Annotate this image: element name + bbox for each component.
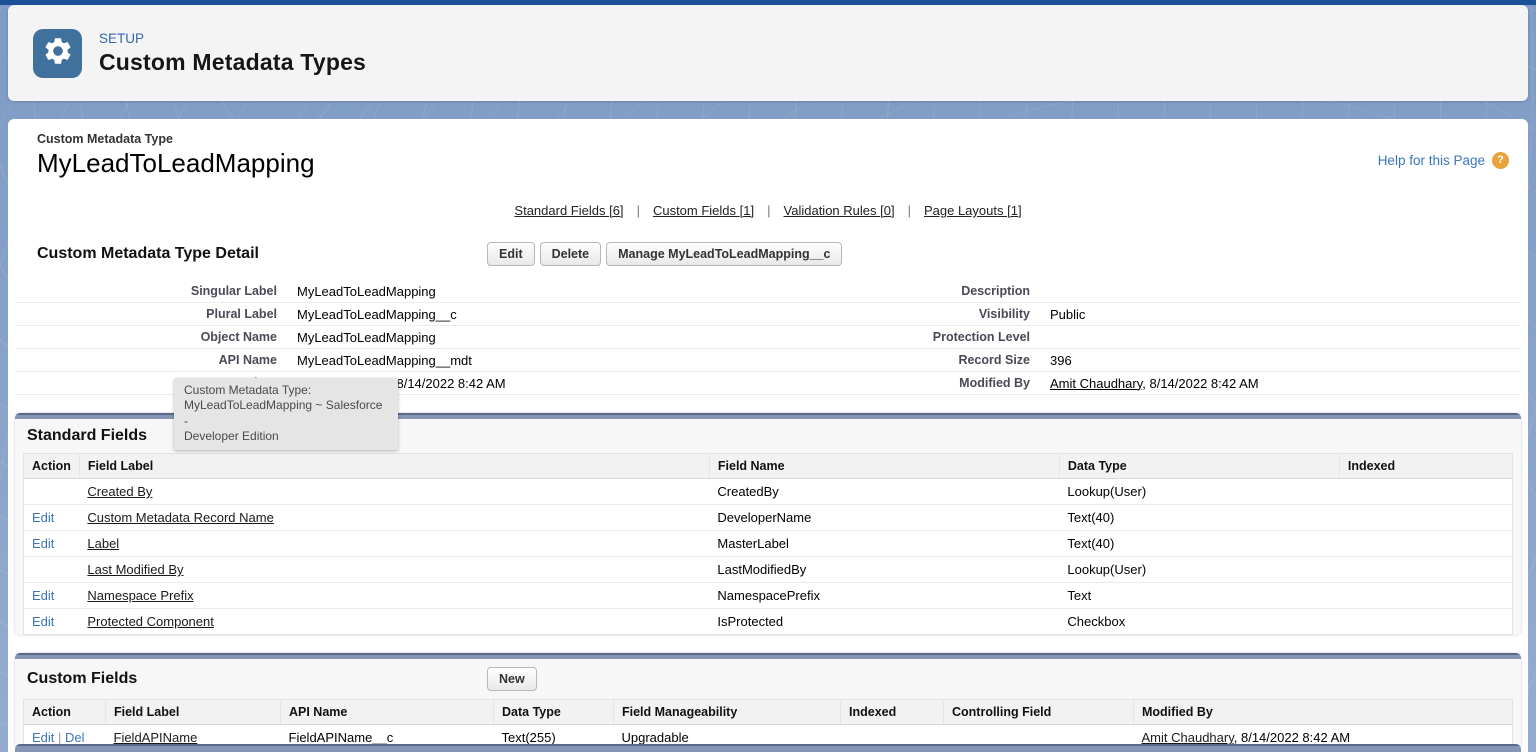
- page-title: MyLeadToLeadMapping: [37, 148, 315, 179]
- detail-row-api-name: API Name MyLeadToLeadMapping__mdt: [15, 349, 768, 372]
- help-question-icon[interactable]: ?: [1492, 152, 1509, 169]
- table-row: Edit Label MasterLabel Text(40): [24, 531, 1513, 557]
- detail-row-description: Description: [768, 280, 1521, 303]
- nav-separator: |: [767, 203, 770, 218]
- action-separator: |: [58, 730, 61, 745]
- column-header-indexed: Indexed: [1339, 454, 1512, 479]
- detail-row-visibility: Visibility Public: [768, 303, 1521, 326]
- nav-link-standard-fields[interactable]: Standard Fields [6]: [514, 203, 623, 218]
- column-header-field-name: Field Name: [709, 454, 1059, 479]
- new-button[interactable]: New: [487, 667, 537, 691]
- edit-button[interactable]: Edit: [487, 242, 535, 266]
- detail-row-created-by: Created By Amit Chaudhary, 8/14/2022 8:4…: [15, 372, 768, 395]
- table-row: Edit Protected Component IsProtected Che…: [24, 609, 1513, 635]
- edit-action-link[interactable]: Edit: [32, 510, 54, 525]
- hover-tooltip: Custom Metadata Type: MyLeadToLeadMappin…: [174, 378, 398, 450]
- setup-gear-tile: [33, 29, 82, 78]
- next-section-top-border: [15, 744, 1521, 752]
- field-label-link[interactable]: Namespace Prefix: [87, 588, 193, 603]
- field-label-link[interactable]: Last Modified By: [87, 562, 183, 577]
- field-label-link[interactable]: Label: [87, 536, 119, 551]
- main-content: Custom Metadata Type MyLeadToLeadMapping…: [8, 119, 1528, 752]
- column-header-field-label: Field Label: [106, 700, 281, 725]
- table-row: Created By CreatedBy Lookup(User): [24, 479, 1513, 505]
- nav-separator: |: [637, 203, 640, 218]
- column-header-data-type: Data Type: [494, 700, 614, 725]
- modified-by-user-link[interactable]: Amit Chaudhary: [1142, 730, 1234, 745]
- detail-row-protection-level: Protection Level: [768, 326, 1521, 349]
- column-header-action: Action: [24, 700, 106, 725]
- field-label-link[interactable]: Created By: [87, 484, 152, 499]
- field-label-link[interactable]: Custom Metadata Record Name: [87, 510, 273, 525]
- nav-link-validation-rules[interactable]: Validation Rules [0]: [784, 203, 895, 218]
- column-header-action: Action: [24, 454, 80, 479]
- field-label-link[interactable]: Protected Component: [87, 614, 213, 629]
- detail-section-title: Custom Metadata Type Detail: [37, 245, 487, 263]
- edit-action-link[interactable]: Edit: [32, 614, 54, 629]
- gear-icon: [42, 35, 74, 72]
- edit-action-link[interactable]: Edit: [32, 588, 54, 603]
- nav-separator: |: [908, 203, 911, 218]
- modified-by-user-link[interactable]: Amit Chaudhary: [1050, 376, 1142, 391]
- column-header-field-label: Field Label: [79, 454, 709, 479]
- detail-row-plural-label: Plural Label MyLeadToLeadMapping__c: [15, 303, 768, 326]
- delete-action-link[interactable]: Del: [65, 730, 85, 745]
- table-row: Edit Custom Metadata Record Name Develop…: [24, 505, 1513, 531]
- edit-action-link[interactable]: Edit: [32, 536, 54, 551]
- nav-link-page-layouts[interactable]: Page Layouts [1]: [924, 203, 1022, 218]
- standard-fields-table: Action Field Label Field Name Data Type …: [23, 453, 1513, 635]
- field-label-link[interactable]: FieldAPIName: [114, 730, 198, 745]
- column-header-modified-by: Modified By: [1134, 700, 1513, 725]
- app-title: Custom Metadata Types: [99, 49, 366, 76]
- setup-label: SETUP: [99, 31, 366, 46]
- detail-row-object-name: Object Name MyLeadToLeadMapping: [15, 326, 768, 349]
- column-header-data-type: Data Type: [1059, 454, 1339, 479]
- table-header-row: Action Field Label Field Name Data Type …: [24, 454, 1513, 479]
- column-header-api-name: API Name: [281, 700, 494, 725]
- column-header-field-manageability: Field Manageability: [614, 700, 841, 725]
- nav-link-custom-fields[interactable]: Custom Fields [1]: [653, 203, 754, 218]
- entity-type-label: Custom Metadata Type: [37, 132, 315, 146]
- column-header-controlling-field: Controlling Field: [944, 700, 1134, 725]
- detail-row-modified-by: Modified By Amit Chaudhary, 8/14/2022 8:…: [768, 372, 1521, 395]
- detail-row-singular-label: Singular Label MyLeadToLeadMapping: [15, 280, 768, 303]
- table-header-row: Action Field Label API Name Data Type Fi…: [24, 700, 1513, 725]
- manage-records-button[interactable]: Manage MyLeadToLeadMapping__c: [606, 242, 842, 266]
- help-for-this-page-link[interactable]: Help for this Page: [1378, 153, 1485, 168]
- detail-row-record-size: Record Size 396: [768, 349, 1521, 372]
- detail-field-grid: Singular Label MyLeadToLeadMapping Plura…: [15, 280, 1521, 395]
- custom-fields-title: Custom Fields: [27, 670, 487, 688]
- custom-fields-section: Custom Fields New Action Field Label API…: [15, 653, 1521, 751]
- setup-header: SETUP Custom Metadata Types: [8, 5, 1528, 101]
- section-jump-links: Standard Fields [6] | Custom Fields [1] | Va…: [15, 203, 1521, 218]
- table-row: Last Modified By LastModifiedBy Lookup(U…: [24, 557, 1513, 583]
- column-header-indexed: Indexed: [841, 700, 944, 725]
- table-row: Edit Namespace Prefix NamespacePrefix Te…: [24, 583, 1513, 609]
- edit-action-link[interactable]: Edit: [32, 730, 54, 745]
- delete-button[interactable]: Delete: [540, 242, 602, 266]
